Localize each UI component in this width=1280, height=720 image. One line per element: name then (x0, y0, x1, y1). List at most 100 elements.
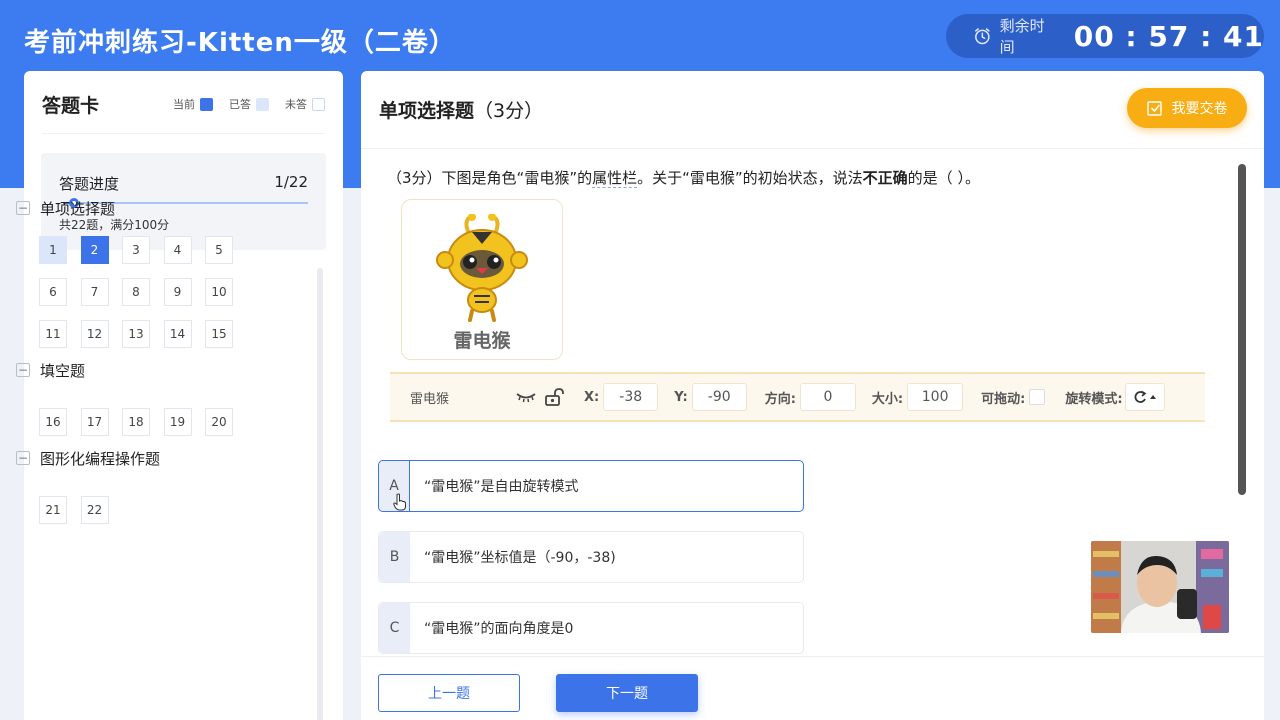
progress-title: 答题进度 (59, 175, 120, 193)
webcam-overlay (1091, 541, 1229, 633)
question-number-button[interactable]: 4 (163, 236, 192, 264)
option-c[interactable]: C “雷电猴”的面向角度是0 (378, 602, 804, 654)
question-number-grid: 16 17 18 19 20 (39, 408, 296, 436)
question-underlined-term[interactable]: 属性栏 (592, 169, 638, 188)
option-b-text: “雷电猴”坐标值是（-90，-38) (424, 550, 616, 566)
legend-answered-swatch (256, 97, 269, 111)
legend-current-swatch (200, 97, 213, 111)
direction-input[interactable]: 0 (799, 383, 856, 411)
question-bold-term: 不正确 (862, 169, 908, 187)
direction-label: 方向: (764, 391, 796, 407)
question-sections: − 单项选择题 1 2 3 4 5 6 7 8 9 10 11 12 13 14 15− 填空题 16 17 18 19 2… (16, 196, 296, 524)
size-input[interactable]: 100 (907, 383, 964, 411)
sprite-thumbnail: 雷电猴 (401, 199, 563, 360)
timer-value: 00 : 57 : 41 (1073, 19, 1264, 53)
next-question-button[interactable]: 下一题 (556, 674, 698, 712)
collapse-icon[interactable]: − (16, 451, 30, 465)
option-b[interactable]: B “雷电猴”坐标值是（-90，-38) (378, 531, 804, 583)
legend-answered: 已答 (229, 96, 269, 112)
section-name: 单项选择题 (40, 199, 116, 218)
card-divider (42, 133, 325, 134)
legend-current-label: 当前 (173, 98, 195, 111)
sprite-visibility-controls (516, 388, 564, 406)
question-number-button[interactable]: 12 (80, 320, 109, 348)
question-prefix: （3分）下图是角色“雷电猴”的 (387, 169, 593, 187)
progress-count: 1/22 (274, 173, 308, 191)
question-stem: （3分）下图是角色“雷电猴”的属性栏。关于“雷电猴”的初始状态，说法不正确的是（… (387, 167, 980, 188)
panel-divider (361, 148, 1264, 149)
question-number-button[interactable]: 17 (80, 408, 109, 436)
question-number-button[interactable]: 13 (122, 320, 150, 348)
question-number-button[interactable]: 11 (39, 320, 67, 348)
collapse-icon[interactable]: − (16, 201, 30, 215)
legend-current: 当前 (173, 96, 213, 112)
question-number-button[interactable]: 1 (39, 236, 67, 264)
legend-unanswered-label: 未答 (285, 98, 307, 111)
option-b-letter: B (379, 532, 410, 582)
sprite-image-label: 雷电猴 (453, 330, 511, 352)
question-number-button[interactable]: 10 (205, 278, 233, 306)
section-name: 图形化编程操作题 (40, 449, 161, 468)
section-header[interactable]: − 单项选择题 (16, 196, 296, 220)
section-title: 单项选择题（3分） (379, 96, 543, 123)
question-number-button[interactable]: 9 (163, 278, 192, 306)
collapse-icon[interactable]: − (16, 363, 30, 377)
question-number-button[interactable]: 5 (205, 236, 233, 264)
question-number-grid: 21 22 (39, 496, 296, 524)
x-label: X: (584, 389, 600, 405)
question-number-button[interactable]: 22 (80, 496, 109, 524)
legend-answered-label: 已答 (229, 98, 251, 111)
section-score: （3分） (474, 100, 544, 122)
rotation-mode-label: 旋转模式: (1065, 391, 1123, 407)
webcam-video-image (1091, 541, 1229, 633)
question-number-button[interactable]: 20 (205, 408, 233, 436)
sprite-property-bar: 雷电猴 X: -38 Y: -90 方向: 0 大小: 100 可拖动: 旋转模… (390, 372, 1205, 422)
hand-cursor-icon (393, 493, 406, 511)
answer-card-scrollbar[interactable] (317, 268, 323, 720)
y-label: Y: (674, 389, 688, 405)
question-number-button[interactable]: 19 (163, 408, 192, 436)
question-suffix: 的是（ ）。 (907, 169, 980, 187)
question-number-button[interactable]: 7 (80, 278, 109, 306)
size-label: 大小: (871, 391, 904, 407)
previous-question-button[interactable]: 上一题 (378, 674, 520, 712)
legend-unanswered: 未答 (285, 96, 325, 112)
unlock-icon[interactable] (544, 388, 564, 406)
eye-closed-icon[interactable] (516, 391, 536, 403)
answer-card-title: 答题卡 (42, 95, 100, 117)
option-a[interactable]: A “雷电猴”是自由旋转模式 (378, 460, 804, 512)
monkey-sprite-image (436, 214, 528, 322)
submit-exam-label: 我要交卷 (1171, 101, 1228, 117)
section-name: 填空题 (40, 361, 86, 380)
option-a-text: “雷电猴”是自由旋转模式 (424, 479, 579, 495)
question-number-button[interactable]: 6 (39, 278, 67, 306)
question-number-button[interactable]: 3 (122, 236, 150, 264)
question-number-button[interactable]: 8 (122, 278, 150, 306)
sprite-name-field[interactable]: 雷电猴 (410, 388, 516, 407)
question-number-button[interactable]: 18 (122, 408, 150, 436)
section-header[interactable]: − 图形化编程操作题 (16, 446, 296, 470)
submit-exam-button[interactable]: 我要交卷 (1127, 88, 1247, 128)
option-c-text: “雷电猴”的面向角度是0 (424, 621, 574, 637)
status-legend: 当前 已答 未答 (157, 96, 325, 112)
question-middle: 。关于“雷电猴”的初始状态，说法 (637, 169, 863, 187)
clock-icon (975, 28, 990, 45)
question-number-button[interactable]: 15 (205, 320, 233, 348)
option-c-letter: C (379, 603, 410, 653)
question-scrollbar[interactable] (1238, 164, 1246, 495)
x-input[interactable]: -38 (603, 383, 659, 411)
countdown-timer: 剩余时间 00 : 57 : 41 (946, 14, 1264, 58)
rotation-mode-select[interactable] (1124, 383, 1165, 411)
question-number-grid: 1 2 3 4 5 6 7 8 9 10 11 12 13 14 15 (39, 236, 296, 348)
edit-icon (1146, 100, 1162, 116)
y-input[interactable]: -90 (691, 383, 747, 411)
section-header[interactable]: − 填空题 (16, 358, 296, 382)
draggable-label: 可拖动: (981, 391, 1026, 407)
timer-label: 剩余时间 (999, 17, 1045, 56)
question-number-button[interactable]: 14 (163, 320, 192, 348)
question-number-button[interactable]: 21 (39, 496, 67, 524)
question-number-button[interactable]: 16 (39, 408, 67, 436)
rotate-icon (1134, 390, 1156, 403)
question-number-button[interactable]: 2 (80, 236, 109, 264)
draggable-checkbox[interactable] (1029, 389, 1046, 405)
